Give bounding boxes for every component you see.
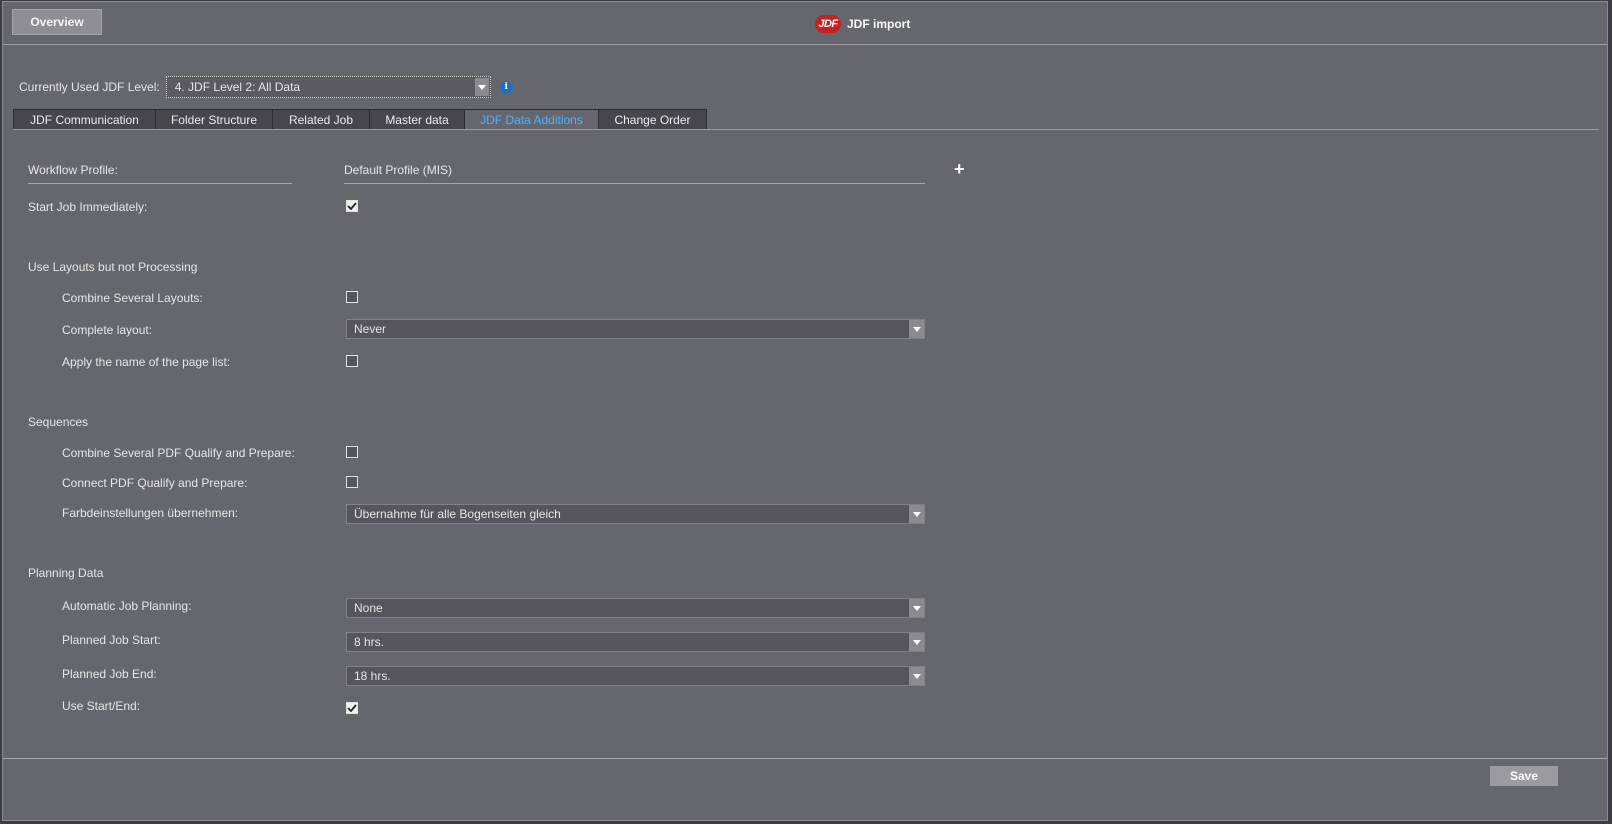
- job-start-value: 8 hrs.: [354, 635, 385, 649]
- complete-layout-label: Complete layout:: [62, 323, 153, 337]
- layouts-section-heading: Use Layouts but not Processing: [28, 260, 198, 274]
- header-bar: Overview JDF JDF import: [3, 2, 1607, 45]
- app-window: Overview JDF JDF import Currently Used J…: [2, 1, 1608, 821]
- job-end-label: Planned Job End:: [62, 667, 157, 681]
- auto-planning-label: Automatic Job Planning:: [62, 599, 192, 613]
- add-icon[interactable]: +: [954, 160, 965, 178]
- footer-divider: [3, 758, 1607, 759]
- chevron-down-icon[interactable]: [474, 78, 489, 96]
- job-start-label: Planned Job Start:: [62, 633, 161, 647]
- jdf-level-select[interactable]: 4. JDF Level 2: All Data: [165, 76, 491, 98]
- jdf-level-label: Currently Used JDF Level:: [19, 80, 160, 94]
- job-start-select[interactable]: 8 hrs.: [346, 632, 925, 652]
- combine-pdf-checkbox[interactable]: [346, 446, 358, 458]
- checkmark-icon: [347, 704, 357, 712]
- sequences-section-heading: Sequences: [28, 415, 89, 429]
- planning-section-heading: Planning Data: [28, 566, 104, 580]
- tab-change-order[interactable]: Change Order: [598, 109, 707, 130]
- combine-pdf-label: Combine Several PDF Qualify and Prepare:: [62, 446, 295, 460]
- checkmark-icon: [347, 202, 357, 210]
- auto-planning-select[interactable]: None: [346, 598, 925, 618]
- chevron-down-icon[interactable]: [909, 667, 924, 685]
- overview-button[interactable]: Overview: [12, 9, 102, 35]
- complete-layout-select[interactable]: Never: [346, 319, 925, 339]
- save-button[interactable]: Save: [1490, 766, 1558, 786]
- job-end-select[interactable]: 18 hrs.: [346, 666, 925, 686]
- complete-layout-value: Never: [354, 322, 387, 336]
- farb-value: Übernahme für alle Bogenseiten gleich: [354, 507, 561, 521]
- jdf-level-row: Currently Used JDF Level: 4. JDF Level 2…: [19, 75, 513, 99]
- app-title: JDF JDF import: [815, 15, 910, 33]
- apply-pagelist-checkbox[interactable]: [346, 355, 358, 367]
- jdf-level-value: 4. JDF Level 2: All Data: [174, 80, 301, 94]
- combine-layouts-label: Combine Several Layouts:: [62, 291, 203, 305]
- jdf-logo-icon: JDF: [815, 15, 841, 33]
- connect-pdf-label: Connect PDF Qualify and Prepare:: [62, 476, 248, 490]
- tab-jdf-communication[interactable]: JDF Communication: [13, 109, 156, 130]
- start-job-label: Start Job Immediately:: [28, 200, 148, 214]
- connect-pdf-checkbox[interactable]: [346, 476, 358, 488]
- chevron-down-icon[interactable]: [909, 599, 924, 617]
- workflow-profile-value[interactable]: Default Profile (MIS): [344, 163, 452, 177]
- start-job-checkbox[interactable]: [346, 200, 358, 212]
- tab-divider: [13, 129, 1599, 130]
- apply-pagelist-label: Apply the name of the page list:: [62, 355, 231, 369]
- tab-bar: JDF Communication Folder Structure Relat…: [13, 109, 707, 130]
- page-title: JDF import: [847, 17, 911, 31]
- combine-layouts-checkbox[interactable]: [346, 291, 358, 303]
- job-end-value: 18 hrs.: [354, 669, 391, 683]
- tab-related-job[interactable]: Related Job: [272, 109, 370, 130]
- use-startend-label: Use Start/End:: [62, 699, 141, 713]
- chevron-down-icon[interactable]: [909, 320, 924, 338]
- farb-select[interactable]: Übernahme für alle Bogenseiten gleich: [346, 504, 925, 524]
- workflow-profile-field-underline: [344, 183, 925, 184]
- chevron-down-icon[interactable]: [909, 633, 924, 651]
- use-startend-checkbox[interactable]: [346, 702, 358, 714]
- farb-label: Farbdeinstellungen übernehmen:: [62, 506, 239, 520]
- tab-folder-structure[interactable]: Folder Structure: [155, 109, 273, 130]
- tab-master-data[interactable]: Master data: [369, 109, 465, 130]
- chevron-down-icon[interactable]: [909, 505, 924, 523]
- auto-planning-value: None: [354, 601, 383, 615]
- info-icon[interactable]: i: [499, 80, 513, 94]
- workflow-profile-label: Workflow Profile:: [28, 163, 118, 177]
- workflow-profile-label-underline: [28, 183, 292, 184]
- tab-jdf-data-additions[interactable]: JDF Data Additions: [464, 109, 599, 130]
